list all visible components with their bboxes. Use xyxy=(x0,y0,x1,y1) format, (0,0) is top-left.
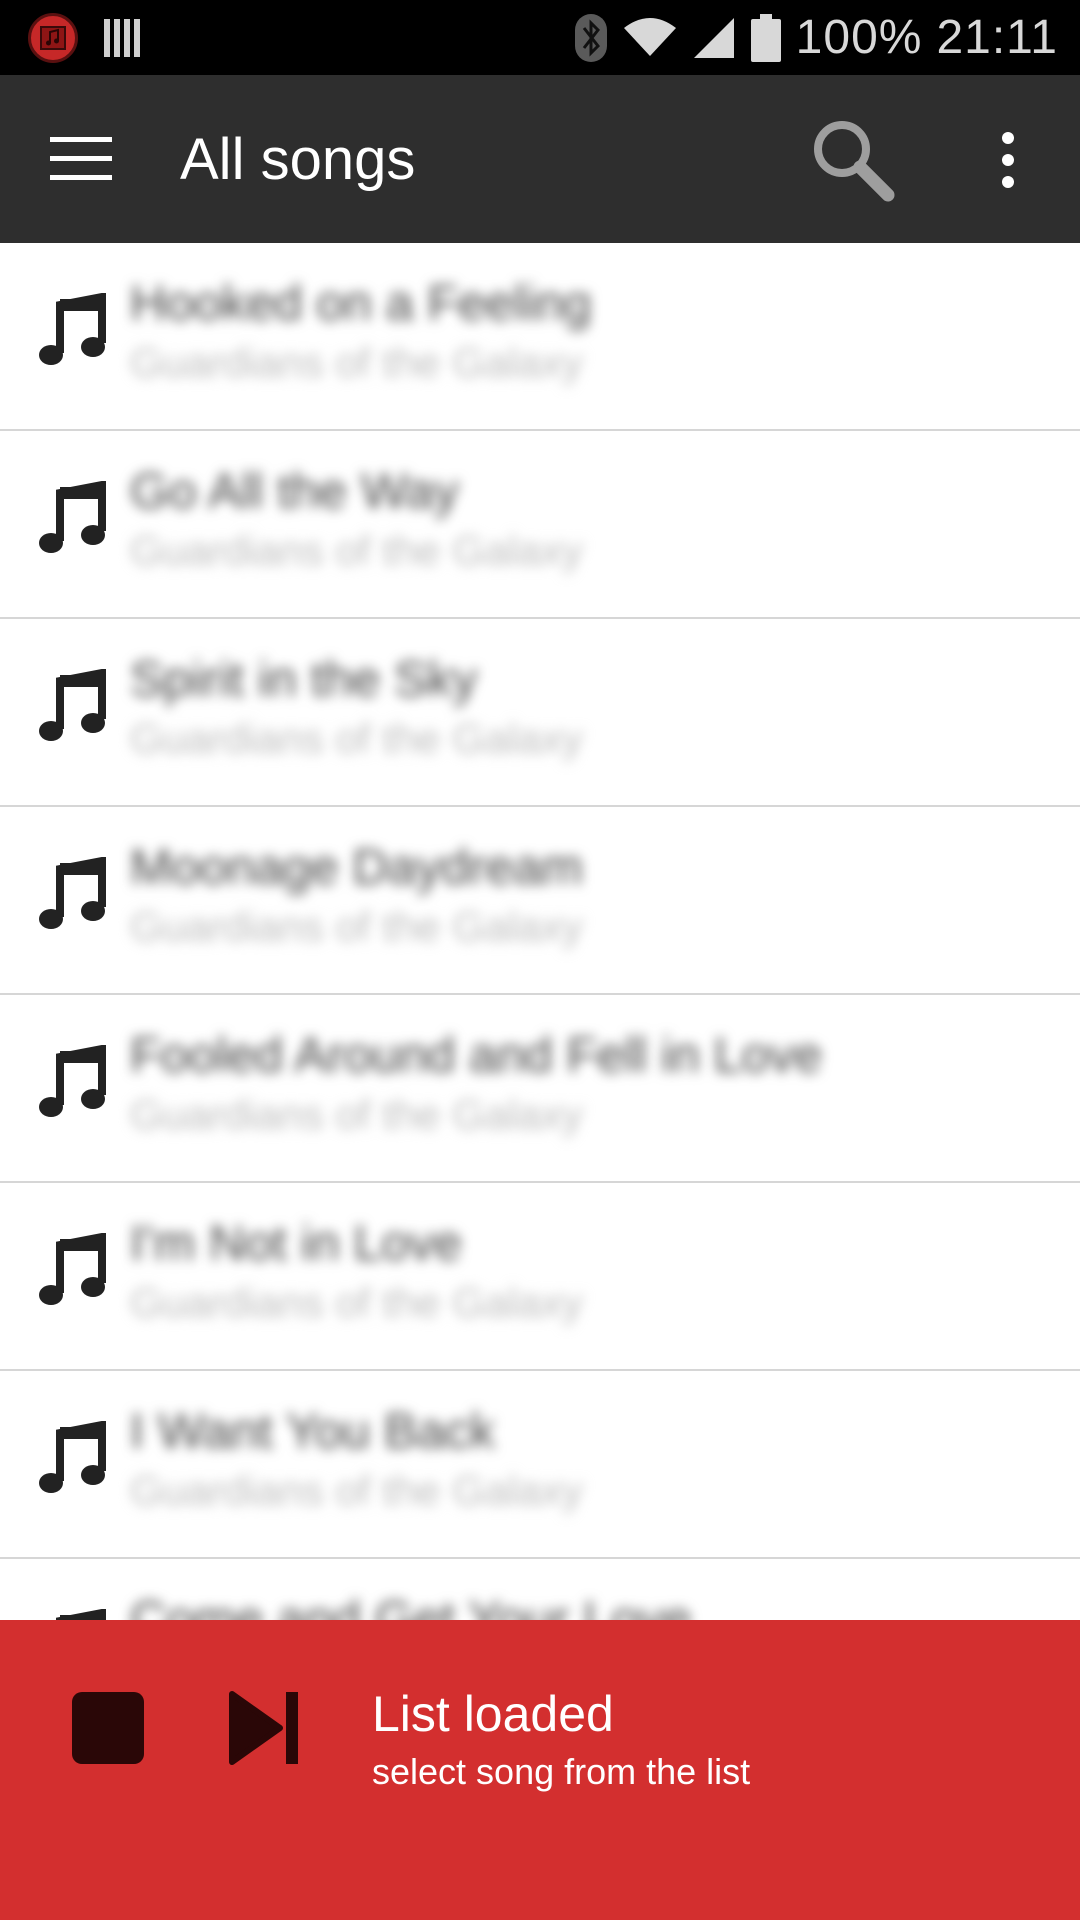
song-title: Go All the Way xyxy=(130,463,459,519)
music-note-icon xyxy=(38,1044,106,1121)
song-text: I'm Not in Love Guardians of the Galaxy xyxy=(130,1211,930,1331)
status-bar: R 100% 21:11 xyxy=(0,0,1080,75)
status-right-icons: R 100% 21:11 xyxy=(574,0,1058,75)
music-note-icon xyxy=(38,668,106,745)
song-title: Come and Get Your Love xyxy=(130,1591,692,1620)
menu-icon[interactable] xyxy=(50,135,112,183)
song-text: Fooled Around and Fell in Love Guardians … xyxy=(130,1023,930,1143)
song-row[interactable]: Hooked on a Feeling Guardians of the Gala… xyxy=(0,243,1080,431)
song-artist: Guardians of the Galaxy xyxy=(130,715,583,762)
song-row[interactable]: I Want You Back Guardians of the Galaxy xyxy=(0,1371,1080,1559)
song-artist: Guardians of the Galaxy xyxy=(130,903,583,950)
song-text: Spirit in the Sky Guardians of the Galaxy xyxy=(130,647,930,767)
song-row[interactable]: Moonage Daydream Guardians of the Galaxy xyxy=(0,807,1080,995)
app-bar: All songs xyxy=(0,75,1080,243)
song-row[interactable]: I'm Not in Love Guardians of the Galaxy xyxy=(0,1183,1080,1371)
search-icon[interactable] xyxy=(808,115,898,205)
barcode-icon xyxy=(104,19,140,57)
status-left-icons xyxy=(28,13,140,63)
skip-next-icon xyxy=(229,1691,283,1765)
song-title: Spirit in the Sky xyxy=(130,651,478,707)
skip-next-button[interactable] xyxy=(228,1688,300,1768)
music-note-icon xyxy=(38,1608,106,1620)
song-title: I Want You Back xyxy=(130,1403,496,1459)
song-text: Moonage Daydream Guardians of the Galaxy xyxy=(130,835,930,955)
bluetooth-icon xyxy=(574,13,607,62)
song-row[interactable]: Spirit in the Sky Guardians of the Galaxy xyxy=(0,619,1080,807)
song-row[interactable]: Come and Get Your LoveGuardians of the G… xyxy=(0,1559,1080,1620)
song-artist: Guardians of the Galaxy xyxy=(130,1091,583,1138)
music-note-icon xyxy=(38,1232,106,1309)
battery-percent: 100% xyxy=(795,11,923,64)
song-title: Moonage Daydream xyxy=(130,839,584,895)
wifi-icon: R xyxy=(623,17,676,60)
page-title: All songs xyxy=(180,127,416,192)
player-status: List loaded xyxy=(372,1686,614,1742)
svg-text:R: R xyxy=(658,45,668,60)
song-text: Go All the Way Guardians of the Galaxy xyxy=(130,459,930,579)
song-artist: Guardians of the Galaxy xyxy=(130,1467,583,1514)
song-artist: Guardians of the Galaxy xyxy=(130,527,583,574)
song-artist: Guardians of the Galaxy xyxy=(130,339,583,386)
music-note-icon xyxy=(38,480,106,557)
song-row[interactable]: Fooled Around and Fell in Love Guardians … xyxy=(0,995,1080,1183)
song-row[interactable]: Go All the Way Guardians of the Galaxy xyxy=(0,431,1080,619)
more-vert-icon[interactable] xyxy=(990,130,1026,190)
media-app-icon xyxy=(28,13,78,63)
song-title: Hooked on a Feeling xyxy=(130,275,592,331)
song-title: I'm Not in Love xyxy=(130,1215,462,1271)
player-subtitle: select song from the list xyxy=(372,1751,751,1792)
song-text: Come and Get Your LoveGuardians of the G… xyxy=(130,1587,930,1620)
music-note-icon xyxy=(38,1420,106,1497)
song-text: I Want You Back Guardians of the Galaxy xyxy=(130,1399,930,1519)
song-artist: Guardians of the Galaxy xyxy=(130,1279,583,1326)
clock: 21:11 xyxy=(936,11,1058,64)
music-note-icon xyxy=(38,292,106,369)
song-list[interactable]: Hooked on a Feeling Guardians of the Gala… xyxy=(0,243,1080,1620)
song-title: Fooled Around and Fell in Love xyxy=(130,1027,823,1083)
player-panel: List loaded select song from the list xyxy=(0,1620,1080,1920)
signal-icon xyxy=(693,17,734,58)
song-text: Hooked on a Feeling Guardians of the Gala… xyxy=(130,271,930,391)
battery-icon xyxy=(750,13,781,62)
stop-button[interactable] xyxy=(72,1692,144,1764)
music-note-icon xyxy=(38,856,106,933)
